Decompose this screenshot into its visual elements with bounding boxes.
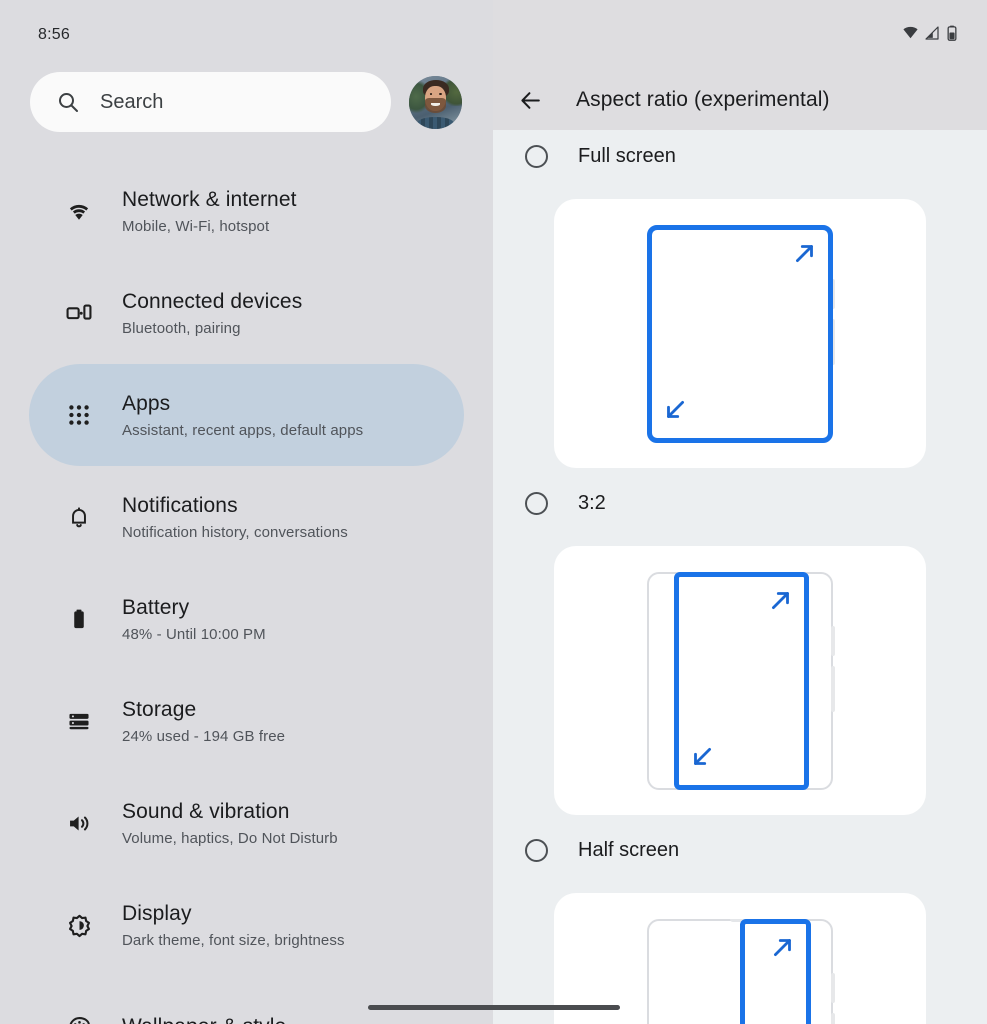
cellular-signal-icon xyxy=(924,25,940,46)
sidebar-item-title: Wallpaper & style xyxy=(122,1014,286,1024)
option-row[interactable]: Half screen xyxy=(493,824,987,876)
phone-side-button-icon xyxy=(831,972,835,1003)
sidebar-item-title: Connected devices xyxy=(122,290,303,314)
status-bar-clock: 8:56 xyxy=(38,26,70,43)
sidebar-item-sound-vibration[interactable]: Sound & vibration Volume, haptics, Do No… xyxy=(29,772,464,874)
phone-illustration xyxy=(647,571,835,790)
option-full-screen: Full screen xyxy=(493,130,987,468)
search-row: Search xyxy=(30,72,463,132)
arrow-up-right-icon xyxy=(792,240,818,271)
arrow-down-left-icon xyxy=(662,397,688,428)
avatar[interactable] xyxy=(409,75,462,129)
sidebar-item-title: Display xyxy=(122,902,192,926)
option-label: Half screen xyxy=(578,838,680,861)
phone-side-button-icon xyxy=(831,665,835,712)
battery-icon xyxy=(58,606,100,632)
option-label: Full screen xyxy=(578,144,676,167)
preview-card-3-2 xyxy=(554,546,926,815)
search-icon xyxy=(56,90,80,114)
radio-button-half-screen[interactable] xyxy=(525,838,548,862)
aspect-ratio-detail-pane: Aspect ratio (experimental) Full screen xyxy=(493,0,987,1024)
arrow-up-right-icon xyxy=(768,587,794,618)
settings-sidebar: 8:56 Search Network & internet Mobile, W… xyxy=(0,0,493,1024)
sidebar-item-battery[interactable]: Battery 48% - Until 10:00 PM xyxy=(29,568,464,670)
sidebar-item-texts: Notifications Notification history, conv… xyxy=(122,493,348,540)
status-bar-icons xyxy=(902,24,959,46)
apps-grid-icon xyxy=(58,402,100,428)
option-row[interactable]: Full screen xyxy=(493,130,987,182)
sidebar-item-texts: Wallpaper & style xyxy=(122,1014,286,1024)
radio-button-3-2[interactable] xyxy=(525,491,548,515)
sidebar-item-subtitle: Mobile, Wi-Fi, hotspot xyxy=(122,217,270,235)
brightness-icon xyxy=(58,912,100,939)
sidebar-item-storage[interactable]: Storage 24% used - 194 GB free xyxy=(29,670,464,772)
sidebar-item-subtitle: Assistant, recent apps, default apps xyxy=(122,421,364,439)
back-arrow-icon[interactable] xyxy=(514,84,546,116)
bell-icon xyxy=(58,504,100,530)
sidebar-item-texts: Display Dark theme, font size, brightnes… xyxy=(122,901,345,948)
search-placeholder: Search xyxy=(100,90,164,113)
aspect-frame-highlight xyxy=(647,224,833,443)
phone-illustration xyxy=(647,224,835,443)
sidebar-item-subtitle: Notification history, conversations xyxy=(122,523,348,541)
battery-status-icon xyxy=(945,25,959,46)
sidebar-item-apps[interactable]: Apps Assistant, recent apps, default app… xyxy=(29,364,464,466)
sidebar-item-title: Network & internet xyxy=(122,188,297,212)
sidebar-item-subtitle: Volume, haptics, Do Not Disturb xyxy=(122,829,338,847)
option-half-screen: Half screen xyxy=(493,824,987,1024)
phone-illustration xyxy=(647,918,835,1024)
sidebar-item-wallpaper-style[interactable]: Wallpaper & style xyxy=(29,976,464,1024)
sidebar-item-texts: Apps Assistant, recent apps, default app… xyxy=(122,391,363,438)
sidebar-item-network-internet[interactable]: Network & internet Mobile, Wi-Fi, hotspo… xyxy=(29,160,464,262)
sidebar-item-title: Notifications xyxy=(122,494,238,518)
sidebar-item-title: Sound & vibration xyxy=(122,800,290,824)
sidebar-item-notifications[interactable]: Notifications Notification history, conv… xyxy=(29,466,464,568)
wifi-status-icon xyxy=(902,24,919,46)
option-3-2: 3:2 xyxy=(493,477,987,815)
option-label: 3:2 xyxy=(578,491,606,514)
phone-side-button-icon xyxy=(831,1012,835,1024)
settings-nav-list: Network & internet Mobile, Wi-Fi, hotspo… xyxy=(0,160,493,1024)
arrow-down-left-icon xyxy=(689,744,715,775)
sidebar-item-texts: Connected devices Bluetooth, pairing xyxy=(122,289,302,336)
connected-devices-icon xyxy=(58,299,100,327)
app-bar: Aspect ratio (experimental) xyxy=(493,74,987,126)
gesture-navigation-bar[interactable] xyxy=(368,1005,620,1010)
settings-two-pane-layout: 8:56 Search Network & internet Mobile, W… xyxy=(0,0,987,1024)
aspect-frame-highlight xyxy=(740,918,811,1024)
option-row[interactable]: 3:2 xyxy=(493,477,987,529)
palette-icon xyxy=(58,1014,100,1024)
sidebar-item-subtitle: Bluetooth, pairing xyxy=(122,319,241,337)
aspect-frame-highlight xyxy=(674,571,809,790)
sidebar-item-texts: Storage 24% used - 194 GB free xyxy=(122,697,285,744)
sidebar-item-title: Storage xyxy=(122,698,197,722)
sidebar-item-title: Apps xyxy=(122,392,171,416)
sidebar-item-texts: Network & internet Mobile, Wi-Fi, hotspo… xyxy=(122,187,297,234)
sidebar-item-subtitle: 48% - Until 10:00 PM xyxy=(122,625,266,643)
sidebar-item-texts: Battery 48% - Until 10:00 PM xyxy=(122,595,266,642)
search-input[interactable]: Search xyxy=(30,72,391,132)
storage-icon xyxy=(58,708,100,734)
radio-button-full-screen[interactable] xyxy=(525,144,548,168)
sidebar-item-subtitle: 24% used - 194 GB free xyxy=(122,727,286,745)
wifi-icon xyxy=(58,197,100,225)
phone-side-button-icon xyxy=(831,625,835,656)
volume-icon xyxy=(58,810,100,837)
aspect-ratio-options: Full screen 3:2 Half screen xyxy=(493,130,987,1024)
sidebar-item-title: Battery xyxy=(122,596,190,620)
sidebar-item-subtitle: Dark theme, font size, brightness xyxy=(122,931,345,949)
sidebar-item-connected-devices[interactable]: Connected devices Bluetooth, pairing xyxy=(29,262,464,364)
preview-card-full-screen xyxy=(554,199,926,468)
page-title: Aspect ratio (experimental) xyxy=(576,88,830,111)
arrow-up-right-icon xyxy=(770,934,796,965)
sidebar-item-display[interactable]: Display Dark theme, font size, brightnes… xyxy=(29,874,464,976)
sidebar-item-texts: Sound & vibration Volume, haptics, Do No… xyxy=(122,799,338,846)
